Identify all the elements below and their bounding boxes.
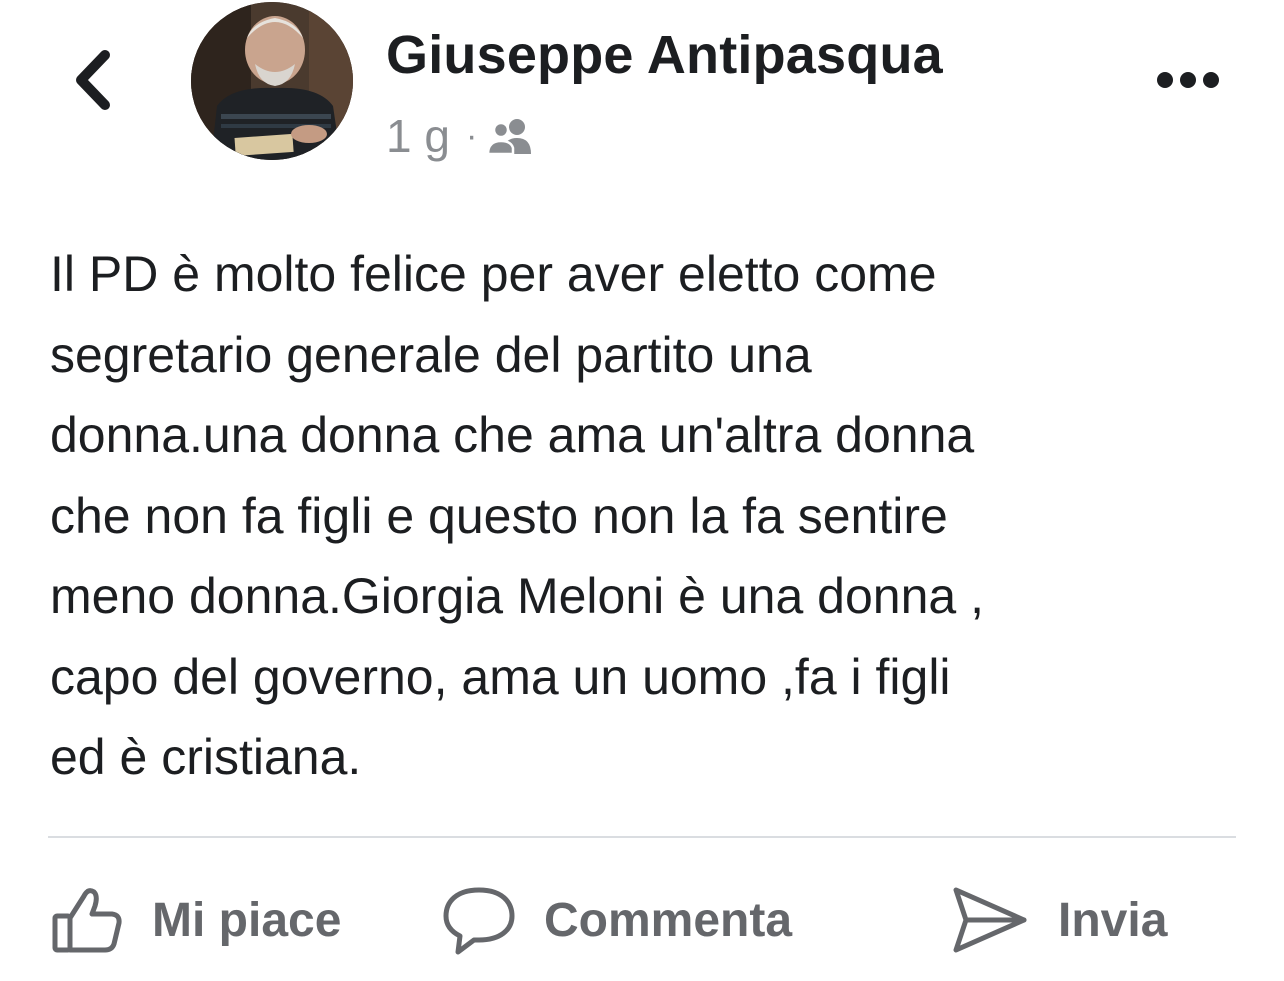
- avatar-photo: [191, 2, 353, 160]
- friends-icon: [487, 119, 532, 156]
- back-button[interactable]: [62, 44, 122, 116]
- more-options-button[interactable]: [1150, 60, 1226, 100]
- send-label: Invia: [1058, 893, 1168, 947]
- thumbs-up-icon: [50, 884, 124, 956]
- chevron-left-icon: [76, 50, 110, 110]
- comment-label: Commenta: [544, 893, 793, 947]
- avatar[interactable]: [191, 2, 353, 160]
- author-name[interactable]: Giuseppe Antipasqua: [386, 24, 943, 86]
- comment-button[interactable]: Commenta: [442, 870, 792, 970]
- send-icon: [950, 882, 1030, 958]
- post-text: Il PD è molto felice per aver eletto com…: [50, 246, 984, 785]
- meta-separator: ·: [465, 116, 478, 155]
- like-label: Mi piace: [152, 893, 342, 947]
- like-button[interactable]: Mi piace: [50, 870, 341, 970]
- ellipsis-icon: [1157, 72, 1219, 88]
- action-bar: Mi piace Commenta Invia: [0, 870, 1284, 970]
- post-meta: 1 g ·: [386, 108, 535, 164]
- post-timestamp[interactable]: 1 g: [386, 109, 450, 163]
- divider: [48, 836, 1236, 838]
- speech-bubble-icon: [442, 884, 516, 956]
- send-button[interactable]: Invia: [950, 870, 1167, 970]
